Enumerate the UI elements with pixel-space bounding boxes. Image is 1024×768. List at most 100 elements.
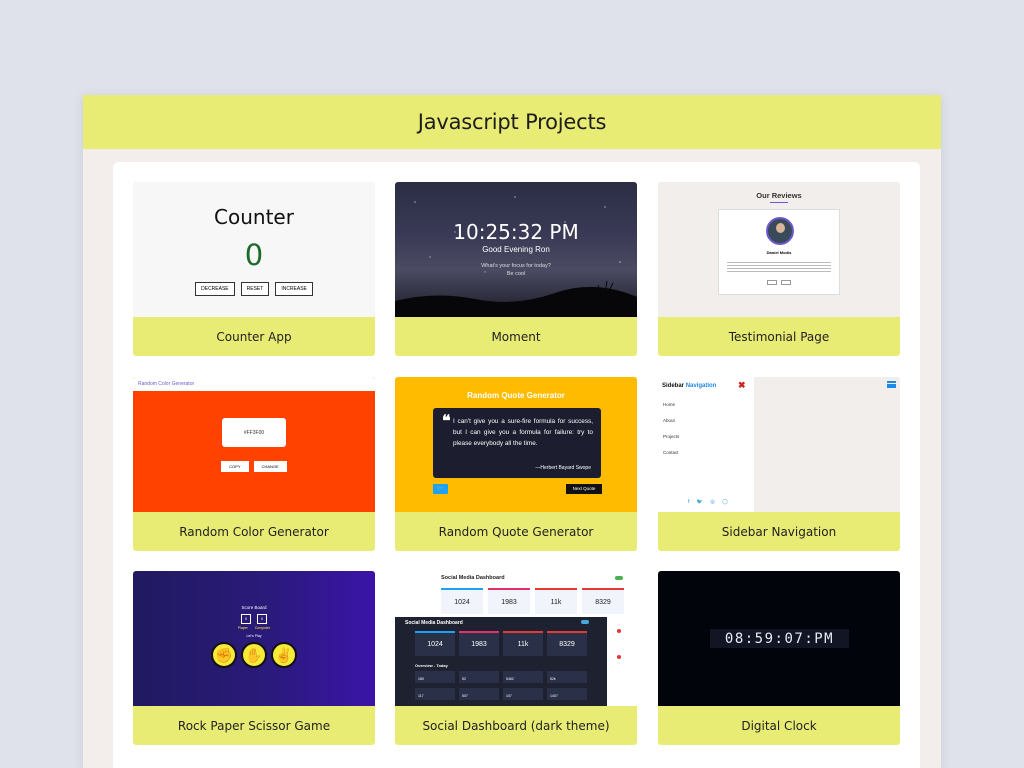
project-card-rock-paper-scissor[interactable]: Score Board 0 0 Player Computer Let's Pl… xyxy=(133,571,375,745)
quote-app-title: Random Quote Generator xyxy=(467,391,565,400)
reviewer-name: Daniel Modis xyxy=(766,250,792,255)
sidebar-thumbnail: Sidebar Navigation ✖ Home About Projects… xyxy=(658,377,900,512)
scissors-icon: ✌ xyxy=(271,642,297,668)
moment-time: 10:25:32 PM xyxy=(453,220,579,244)
sidebar-title: Sidebar Navigation xyxy=(662,383,717,389)
stat-card: 8329 xyxy=(582,588,624,614)
theme-toggle xyxy=(615,576,623,580)
overview-label: Overview - Today xyxy=(415,663,448,668)
score-board-title: Score Board xyxy=(241,605,267,610)
rps-thumbnail: Score Board 0 0 Player Computer Let's Pl… xyxy=(133,571,375,706)
small-card: 180 xyxy=(415,671,455,683)
stat-card: 1024 xyxy=(441,588,483,614)
card-caption: Moment xyxy=(491,329,541,344)
review-card: Daniel Modis xyxy=(718,209,840,295)
increase-button: INCREASE xyxy=(275,282,313,296)
counter-value: 0 xyxy=(244,238,264,272)
twitter-icon: 🐦 xyxy=(433,484,448,494)
indicator-dot xyxy=(617,655,621,659)
random-quote-thumbnail: Random Quote Generator ❝ I can't give yo… xyxy=(395,377,637,512)
project-card-digital-clock[interactable]: 08:59:07:PM Digital Clock xyxy=(658,571,900,745)
color-hex-box: #FF3F00 xyxy=(222,418,286,447)
heading-underline xyxy=(770,202,788,203)
card-caption: Social Dashboard (dark theme) xyxy=(422,718,610,733)
small-card: 1407 xyxy=(547,688,587,700)
card-caption: Testimonial Page xyxy=(728,329,830,344)
dashboard-thumbnail: Social Media Dashboard 1024 1983 11k 832… xyxy=(395,571,637,706)
stat-card: 8329 xyxy=(547,631,587,656)
moment-greeting: Good Evening Ron xyxy=(482,245,550,254)
sidebar-link-home: Home xyxy=(663,402,676,407)
hand-choices: ✊ ✋ ✌ xyxy=(133,642,375,668)
page-title: Javascript Projects xyxy=(417,110,607,134)
testimonial-thumbnail: Our Reviews Daniel Modis xyxy=(658,182,900,317)
small-card: 117 xyxy=(415,688,455,700)
close-icon: ✖ xyxy=(738,380,746,390)
indicator-dot xyxy=(617,629,621,633)
computer-score: 0 xyxy=(257,614,267,624)
next-icon xyxy=(781,280,791,285)
card-caption: Counter App xyxy=(216,329,292,344)
card-caption: Rock Paper Scissor Game xyxy=(177,718,331,733)
quote-text: I can't give you a sure-fire formula for… xyxy=(453,418,593,447)
project-card-counter[interactable]: Counter 0 DECREASE RESET INCREASE Counte… xyxy=(133,182,375,356)
project-card-moment[interactable]: 10:25:32 PM Good Evening Ron What's your… xyxy=(395,182,637,356)
player-score: 0 xyxy=(241,614,251,624)
sidebar-link-projects: Projects xyxy=(663,434,680,439)
random-color-thumbnail: Random Color Generator #FF3F00 COPY CHAN… xyxy=(133,377,375,512)
project-card-sidebar[interactable]: Sidebar Navigation ✖ Home About Projects… xyxy=(658,377,900,551)
paper-icon: ✋ xyxy=(241,642,267,668)
stat-card: 11k xyxy=(503,631,543,656)
small-card: 5462 xyxy=(503,671,543,683)
small-card: 52 xyxy=(459,671,499,683)
theme-toggle xyxy=(581,620,589,624)
sidebar-link-about: About xyxy=(663,418,675,423)
rock-icon: ✊ xyxy=(211,642,237,668)
dashboard-light-title: Social Media Dashboard xyxy=(441,575,505,581)
card-caption: Digital Clock xyxy=(741,718,817,733)
card-caption: Sidebar Navigation xyxy=(721,524,837,539)
prev-icon xyxy=(767,280,777,285)
clock-display: 08:59:07:PM xyxy=(710,629,849,648)
decrease-button: DECREASE xyxy=(195,282,235,296)
counter-title: Counter xyxy=(214,205,294,229)
reviews-heading: Our Reviews xyxy=(756,191,802,200)
app-window: Javascript Projects Counter 0 DECREASE R… xyxy=(83,95,941,768)
hamburger-icon xyxy=(887,381,896,388)
moment-question: What's your focus for today? xyxy=(481,263,551,269)
small-card: 52k xyxy=(547,671,587,683)
sidebar-link-contact: Contact xyxy=(663,450,679,455)
stat-card: 1983 xyxy=(488,588,530,614)
project-card-random-color[interactable]: Random Color Generator #FF3F00 COPY CHAN… xyxy=(133,377,375,551)
small-card: 507 xyxy=(459,688,499,700)
color-app-title: Random Color Generator xyxy=(133,377,375,391)
copy-button: COPY xyxy=(221,461,249,472)
social-icons: f 🐦 ◎ ◯ xyxy=(688,499,731,505)
review-text-lines xyxy=(727,262,831,274)
lets-play-label: Let's Play xyxy=(246,634,262,638)
hills-silhouette xyxy=(395,280,637,317)
moment-answer: Be cool xyxy=(506,271,526,277)
project-card-social-dashboard[interactable]: Social Media Dashboard 1024 1983 11k 832… xyxy=(395,571,637,745)
project-card-testimonial[interactable]: Our Reviews Daniel Modis Testimonial Pag… xyxy=(658,182,900,356)
project-card-random-quote[interactable]: Random Quote Generator ❝ I can't give yo… xyxy=(395,377,637,551)
clock-thumbnail: 08:59:07:PM xyxy=(658,571,900,706)
reviewer-avatar xyxy=(766,217,794,245)
moment-thumbnail: 10:25:32 PM Good Evening Ron What's your… xyxy=(395,182,637,317)
reset-button: RESET xyxy=(240,282,270,296)
quote-box: ❝ I can't give you a sure-fire formula f… xyxy=(433,408,601,478)
quote-mark-icon: ❝ xyxy=(442,411,451,430)
color-buttons: COPY CHANGE xyxy=(133,461,375,472)
score-board: 0 0 xyxy=(133,614,375,624)
card-caption: Random Color Generator xyxy=(179,524,329,539)
dashboard-dark: Social Media Dashboard 1024 1983 11k 832… xyxy=(395,617,607,706)
dashboard-dark-title: Social Media Dashboard xyxy=(405,620,463,626)
sidebar-panel: Sidebar Navigation ✖ Home About Projects… xyxy=(658,377,754,512)
quote-author: —Herbert Bayard Swope xyxy=(535,465,591,471)
small-card: 107 xyxy=(503,688,543,700)
clock-time: 08:59:07:PM xyxy=(724,630,835,647)
projects-grid: Counter 0 DECREASE RESET INCREASE Counte… xyxy=(113,162,920,768)
stat-card: 11k xyxy=(535,588,577,614)
stat-card: 1024 xyxy=(415,631,455,656)
counter-thumbnail: Counter 0 DECREASE RESET INCREASE xyxy=(133,182,375,317)
